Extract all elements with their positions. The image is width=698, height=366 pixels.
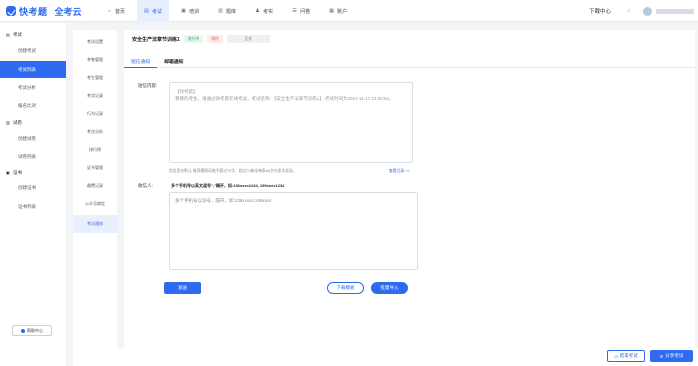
subnav-leaderboard[interactable]: 排行榜 bbox=[73, 141, 117, 159]
training-icon: ▣ bbox=[181, 7, 186, 14]
sidebar-item-exam-analysis[interactable]: 考试分析 bbox=[0, 79, 66, 96]
main-panel: 安全生产法章节训练1 进行中 限时 正式 短信通知 邮箱通知 短信内容: 【快考… bbox=[124, 30, 695, 348]
subnav-exam-records[interactable]: 考试记录 bbox=[73, 87, 117, 105]
subnav-exam-notice[interactable]: 考试通知 bbox=[73, 215, 117, 233]
subnav-candidate-manage[interactable]: 考生管理 bbox=[73, 69, 117, 87]
certificate-group-icon: ▣ bbox=[6, 170, 10, 175]
subnav-payment-records[interactable]: 缴费记录 bbox=[73, 177, 117, 195]
sidebar-item-signup-compare[interactable]: 报名比对 bbox=[0, 97, 66, 114]
top-right: 下载中心 ♪ bbox=[589, 0, 698, 22]
tab-sms[interactable]: 短信通知 bbox=[124, 55, 158, 68]
subnav-behavior-records[interactable]: 行为记录 bbox=[73, 105, 117, 123]
avatar[interactable] bbox=[643, 6, 652, 16]
status-badge: 进行中 bbox=[183, 35, 204, 43]
home-icon: ⌂ bbox=[107, 7, 112, 14]
paper-group-icon: ▥ bbox=[6, 120, 10, 125]
sidebar-group-exam: ▤ 考试 bbox=[6, 32, 22, 37]
logo[interactable]: 快考题 全考云 bbox=[6, 4, 82, 18]
sms-note: 短信签名默认 推荐模版风格不超过70字，超过70按出每条68字分多次发送。 bbox=[169, 169, 297, 173]
sidebar-item-certificate-list[interactable]: 证书列表 bbox=[0, 198, 66, 215]
subnav-official-account[interactable]: 公众号绑定 bbox=[73, 195, 117, 213]
sidebar-item-create-certificate[interactable]: 创建证书 bbox=[0, 179, 66, 196]
sidebar-item-exam-list[interactable]: 考试列表 bbox=[0, 61, 66, 78]
tab-email[interactable]: 邮箱通知 bbox=[157, 55, 190, 68]
nav-practice[interactable]: ♟ 考实 bbox=[248, 0, 280, 22]
logo-icon bbox=[6, 6, 16, 16]
subnav-exam-settings[interactable]: 考试设置 bbox=[73, 33, 117, 51]
stop-icon: ◷ bbox=[614, 353, 618, 359]
nav-question-bank[interactable]: ▥ 题库 bbox=[211, 0, 243, 22]
sms-content-label: 短信内容: bbox=[138, 83, 158, 88]
exam-type-badge: 正式 bbox=[226, 35, 270, 43]
subnav-certificate-manage[interactable]: 证书管理 bbox=[73, 159, 117, 177]
subnav-exam-analysis[interactable]: 考试分析 bbox=[73, 123, 117, 141]
nav-account[interactable]: ▦ 账户 bbox=[322, 0, 354, 22]
send-button[interactable]: 发送 bbox=[164, 282, 201, 294]
question-bank-icon: ▥ bbox=[218, 7, 223, 14]
batch-import-button[interactable]: 批量导入 bbox=[371, 282, 408, 294]
download-center-link[interactable]: 下载中心 bbox=[589, 7, 611, 15]
left-sidebar: ▤ 考试 创建考试 考试列表 考试分析 报名比对 ▥ 试卷 创建试卷 试卷列表 ▣ 证… bbox=[0, 23, 66, 366]
sms-content-textarea[interactable]: 【快考题】 尊敬的考生，请通过快考题在线考试，考试名称：【安全生产法章节训练1】… bbox=[169, 82, 413, 163]
account-icon: ▦ bbox=[329, 7, 334, 14]
bell-icon[interactable]: ♪ bbox=[627, 8, 633, 14]
share-icon: ⚙ bbox=[659, 353, 664, 359]
practice-icon: ♟ bbox=[255, 7, 260, 14]
sidebar-item-create-exam[interactable]: 创建考试 bbox=[0, 42, 66, 59]
notice-tabs: 短信通知 邮箱通知 bbox=[124, 55, 695, 68]
sidebar-group-certificate: ▣ 证书 bbox=[6, 170, 22, 175]
nav-training[interactable]: ▣ 培训 bbox=[174, 0, 206, 22]
recipients-hint: 多个手机号以英文逗号","隔开，如:136xxxx1234, 199xxxx12… bbox=[171, 183, 285, 188]
help-icon bbox=[21, 328, 25, 333]
view-records-link[interactable]: 查看记录 >> bbox=[389, 169, 410, 174]
recipients-label: 收信人: bbox=[138, 183, 153, 188]
top-bar: 快考题 全考云 ⌂ 首页 ▤ 考试 ▣ 培训 ▥ 题库 ♟ 考实 ☰ 问卷 ▦ 账户 下载中心… bbox=[0, 0, 698, 22]
exam-sub-sidebar: 考试设置 考卷管理 考生管理 考试记录 行为记录 考试分析 排行榜 证书管理 缴… bbox=[73, 30, 117, 348]
share-exam-button[interactable]: ⚙ 分享考试 bbox=[650, 350, 693, 362]
main-nav: ⌂ 首页 ▤ 考试 ▣ 培训 ▥ 题库 ♟ 考实 ☰ 问卷 ▦ 账户 bbox=[100, 0, 359, 22]
username-placeholder[interactable] bbox=[656, 8, 694, 14]
recipients-textarea[interactable]: 多个手机号以逗号，隔开，如:136xxxxx,199xxxx bbox=[169, 192, 418, 270]
sidebar-item-create-paper[interactable]: 创建试卷 bbox=[0, 130, 66, 147]
exam-group-icon: ▤ bbox=[6, 32, 10, 37]
help-center-button[interactable]: 帮助中心 bbox=[12, 325, 52, 336]
nav-exam[interactable]: ▤ 考试 bbox=[137, 0, 170, 22]
brand-name: 快考题 bbox=[19, 6, 48, 17]
survey-icon: ☰ bbox=[292, 7, 297, 14]
brand-sub: 全考云 bbox=[54, 6, 82, 17]
sidebar-group-paper: ▥ 试卷 bbox=[6, 120, 22, 125]
bottom-action-bar bbox=[73, 348, 698, 366]
download-template-button[interactable]: 下载模板 bbox=[327, 282, 364, 294]
subnav-paper-manage[interactable]: 考卷管理 bbox=[73, 51, 117, 69]
exam-title-row: 安全生产法章节训练1 进行中 限时 正式 bbox=[132, 33, 274, 45]
exam-title: 安全生产法章节训练1 bbox=[132, 36, 180, 43]
nav-survey[interactable]: ☰ 问卷 bbox=[285, 0, 317, 22]
time-limit-badge: 限时 bbox=[207, 35, 223, 43]
exam-icon: ▤ bbox=[144, 7, 149, 14]
sidebar-item-paper-list[interactable]: 试卷列表 bbox=[0, 148, 66, 165]
nav-home[interactable]: ⌂ 首页 bbox=[100, 0, 132, 22]
end-exam-button[interactable]: ◷ 结束考试 bbox=[607, 350, 645, 362]
